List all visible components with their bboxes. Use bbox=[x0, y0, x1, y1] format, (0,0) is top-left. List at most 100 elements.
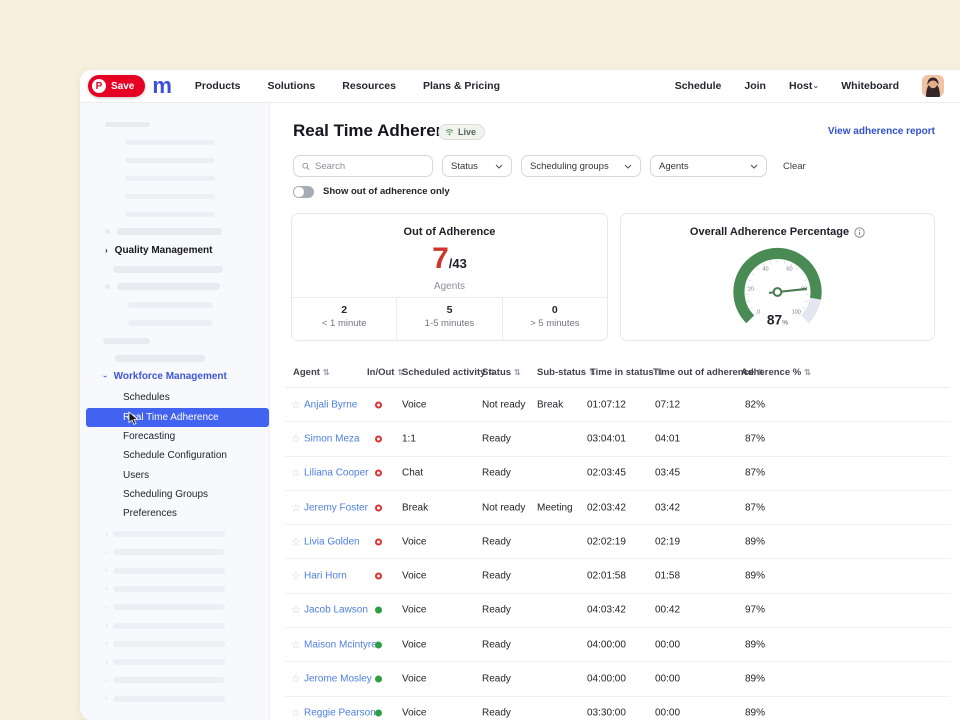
col-header-status[interactable]: Status⇅ bbox=[482, 367, 521, 378]
placeholder-chevron bbox=[105, 661, 108, 664]
cell-time-out-of-adherence: 03:45 bbox=[655, 468, 680, 479]
cell-time-out-of-adherence: 04:01 bbox=[655, 433, 680, 444]
chevron-down-icon bbox=[750, 164, 758, 169]
placeholder-bar bbox=[113, 568, 225, 574]
sidebar-item-schedule-configuration[interactable]: Schedule Configuration bbox=[123, 449, 227, 463]
placeholder-bar bbox=[128, 320, 213, 326]
nav-item-schedule[interactable]: Schedule bbox=[675, 80, 722, 92]
search-input[interactable] bbox=[315, 161, 424, 172]
chevron-down-icon: › bbox=[101, 375, 110, 378]
cell-time-out-of-adherence: 00:00 bbox=[655, 639, 680, 650]
toggle-label: Show out of adherence only bbox=[323, 186, 450, 197]
cell-status: Not ready bbox=[482, 502, 525, 513]
out-of-adherence-count: 7/43 bbox=[292, 244, 607, 279]
agent-link[interactable]: Hari Horn bbox=[304, 571, 347, 582]
agent-link[interactable]: Livia Golden bbox=[304, 536, 360, 547]
col-header-adherence-pct[interactable]: Adherence %⇅ bbox=[741, 367, 811, 378]
sidebar: › Quality Management › Workforce Managem… bbox=[80, 103, 270, 720]
svg-text:0: 0 bbox=[757, 309, 760, 315]
summary-cards: Out of Adherence 7/43 Agents 2 < 1 minut… bbox=[291, 213, 935, 341]
inout-status-dot bbox=[375, 676, 382, 683]
favorite-star-icon[interactable]: ☆ bbox=[291, 638, 301, 651]
agents-dropdown[interactable]: Agents bbox=[650, 155, 767, 177]
user-avatar[interactable] bbox=[922, 75, 944, 97]
cell-time-in-status: 02:02:19 bbox=[587, 536, 626, 547]
status-dropdown[interactable]: Status bbox=[442, 155, 512, 177]
favorite-star-icon[interactable]: ☆ bbox=[291, 398, 301, 411]
placeholder-chevron bbox=[105, 284, 110, 289]
nav-item-plans-pricing[interactable]: Plans & Pricing bbox=[423, 80, 500, 92]
nav-item-resources[interactable]: Resources bbox=[342, 80, 396, 92]
sort-icon: ⇅ bbox=[323, 368, 330, 377]
agent-link[interactable]: Liliana Cooper bbox=[304, 468, 369, 479]
cell-adherence-pct: 97% bbox=[745, 605, 765, 616]
breakdown-value: 2 bbox=[292, 304, 396, 316]
agent-link[interactable]: Jerome Mosley bbox=[304, 674, 372, 685]
section-label: Workforce Management bbox=[114, 371, 227, 382]
col-header-inout[interactable]: In/Out⇅ bbox=[367, 367, 404, 378]
favorite-star-icon[interactable]: ☆ bbox=[291, 467, 301, 480]
search-input-wrapper bbox=[293, 155, 433, 177]
col-header-agent[interactable]: Agent⇅ bbox=[293, 367, 330, 378]
sidebar-section-workforce-management[interactable]: › Workforce Management bbox=[104, 371, 227, 382]
col-header-substatus[interactable]: Sub-status⇅ bbox=[537, 367, 596, 378]
nav-left-group: Products Solutions Resources Plans & Pri… bbox=[195, 80, 500, 92]
nav-item-products[interactable]: Products bbox=[195, 80, 241, 92]
placeholder-chevron bbox=[105, 587, 108, 590]
favorite-star-icon[interactable]: ☆ bbox=[291, 535, 301, 548]
cell-status: Not ready bbox=[482, 399, 525, 410]
nav-item-host[interactable]: Host › bbox=[789, 80, 818, 92]
overall-adherence-card: Overall Adherence Percentage 0 20 40 bbox=[620, 213, 935, 341]
table-row: ☆ Livia Golden Voice Ready 02:02:19 02:1… bbox=[285, 525, 950, 559]
sidebar-item-forecasting[interactable]: Forecasting bbox=[123, 430, 175, 444]
pinterest-save-button[interactable]: P Save bbox=[88, 75, 145, 97]
sidebar-item-preferences[interactable]: Preferences bbox=[123, 507, 177, 521]
favorite-star-icon[interactable]: ☆ bbox=[291, 707, 301, 720]
agent-link[interactable]: Maison Mcintyre bbox=[304, 639, 377, 650]
sidebar-item-scheduling-groups[interactable]: Scheduling Groups bbox=[123, 488, 208, 502]
nav-item-solutions[interactable]: Solutions bbox=[267, 80, 315, 92]
favorite-star-icon[interactable]: ☆ bbox=[291, 432, 301, 445]
scheduling-groups-dropdown[interactable]: Scheduling groups bbox=[521, 155, 641, 177]
out-of-adherence-toggle[interactable] bbox=[293, 186, 314, 198]
sidebar-item-real-time-adherence[interactable]: Real Time Adherence bbox=[86, 408, 269, 427]
sidebar-item-users[interactable]: Users bbox=[123, 469, 149, 483]
chevron-down-icon bbox=[495, 164, 503, 169]
breakdown-label: < 1 minute bbox=[292, 318, 396, 329]
agent-link[interactable]: Jacob Lawson bbox=[304, 605, 368, 616]
nav-item-whiteboard[interactable]: Whiteboard bbox=[841, 80, 899, 92]
favorite-star-icon[interactable]: ☆ bbox=[291, 570, 301, 583]
cell-adherence-pct: 89% bbox=[745, 536, 765, 547]
clear-filters-link[interactable]: Clear bbox=[783, 161, 806, 172]
nav-item-join[interactable]: Join bbox=[744, 80, 766, 92]
cell-time-out-of-adherence: 01:58 bbox=[655, 571, 680, 582]
favorite-star-icon[interactable]: ☆ bbox=[291, 673, 301, 686]
agent-link[interactable]: Simon Meza bbox=[304, 433, 360, 444]
agent-link[interactable]: Jeremy Foster bbox=[304, 502, 368, 513]
sidebar-item-schedules[interactable]: Schedules bbox=[123, 391, 170, 405]
inout-status-dot bbox=[375, 401, 382, 408]
sidebar-section-quality-management[interactable]: › Quality Management bbox=[105, 245, 212, 256]
info-icon[interactable] bbox=[854, 227, 865, 238]
cell-time-out-of-adherence: 02:19 bbox=[655, 536, 680, 547]
table-row: ☆ Liliana Cooper Chat Ready 02:03:45 03:… bbox=[285, 457, 950, 491]
cell-status: Ready bbox=[482, 674, 511, 685]
agent-link[interactable]: Anjali Byrne bbox=[304, 399, 357, 410]
cell-time-in-status: 03:30:00 bbox=[587, 708, 626, 719]
cell-time-in-status: 02:01:58 bbox=[587, 571, 626, 582]
cell-status: Ready bbox=[482, 605, 511, 616]
placeholder-bar bbox=[115, 355, 205, 362]
inout-status-dot bbox=[375, 641, 382, 648]
favorite-star-icon[interactable]: ☆ bbox=[291, 501, 301, 514]
cell-adherence-pct: 87% bbox=[745, 502, 765, 513]
cell-status: Ready bbox=[482, 571, 511, 582]
cell-status: Ready bbox=[482, 536, 511, 547]
save-button-label: Save bbox=[111, 81, 134, 92]
chevron-right-icon: › bbox=[105, 246, 108, 255]
placeholder-bar bbox=[113, 659, 225, 665]
view-adherence-report-link[interactable]: View adherence report bbox=[828, 126, 935, 137]
agent-link[interactable]: Reggie Pearson bbox=[304, 708, 376, 719]
favorite-star-icon[interactable]: ☆ bbox=[291, 604, 301, 617]
placeholder-chevron bbox=[105, 533, 108, 536]
miro-logo[interactable]: m bbox=[152, 76, 171, 96]
